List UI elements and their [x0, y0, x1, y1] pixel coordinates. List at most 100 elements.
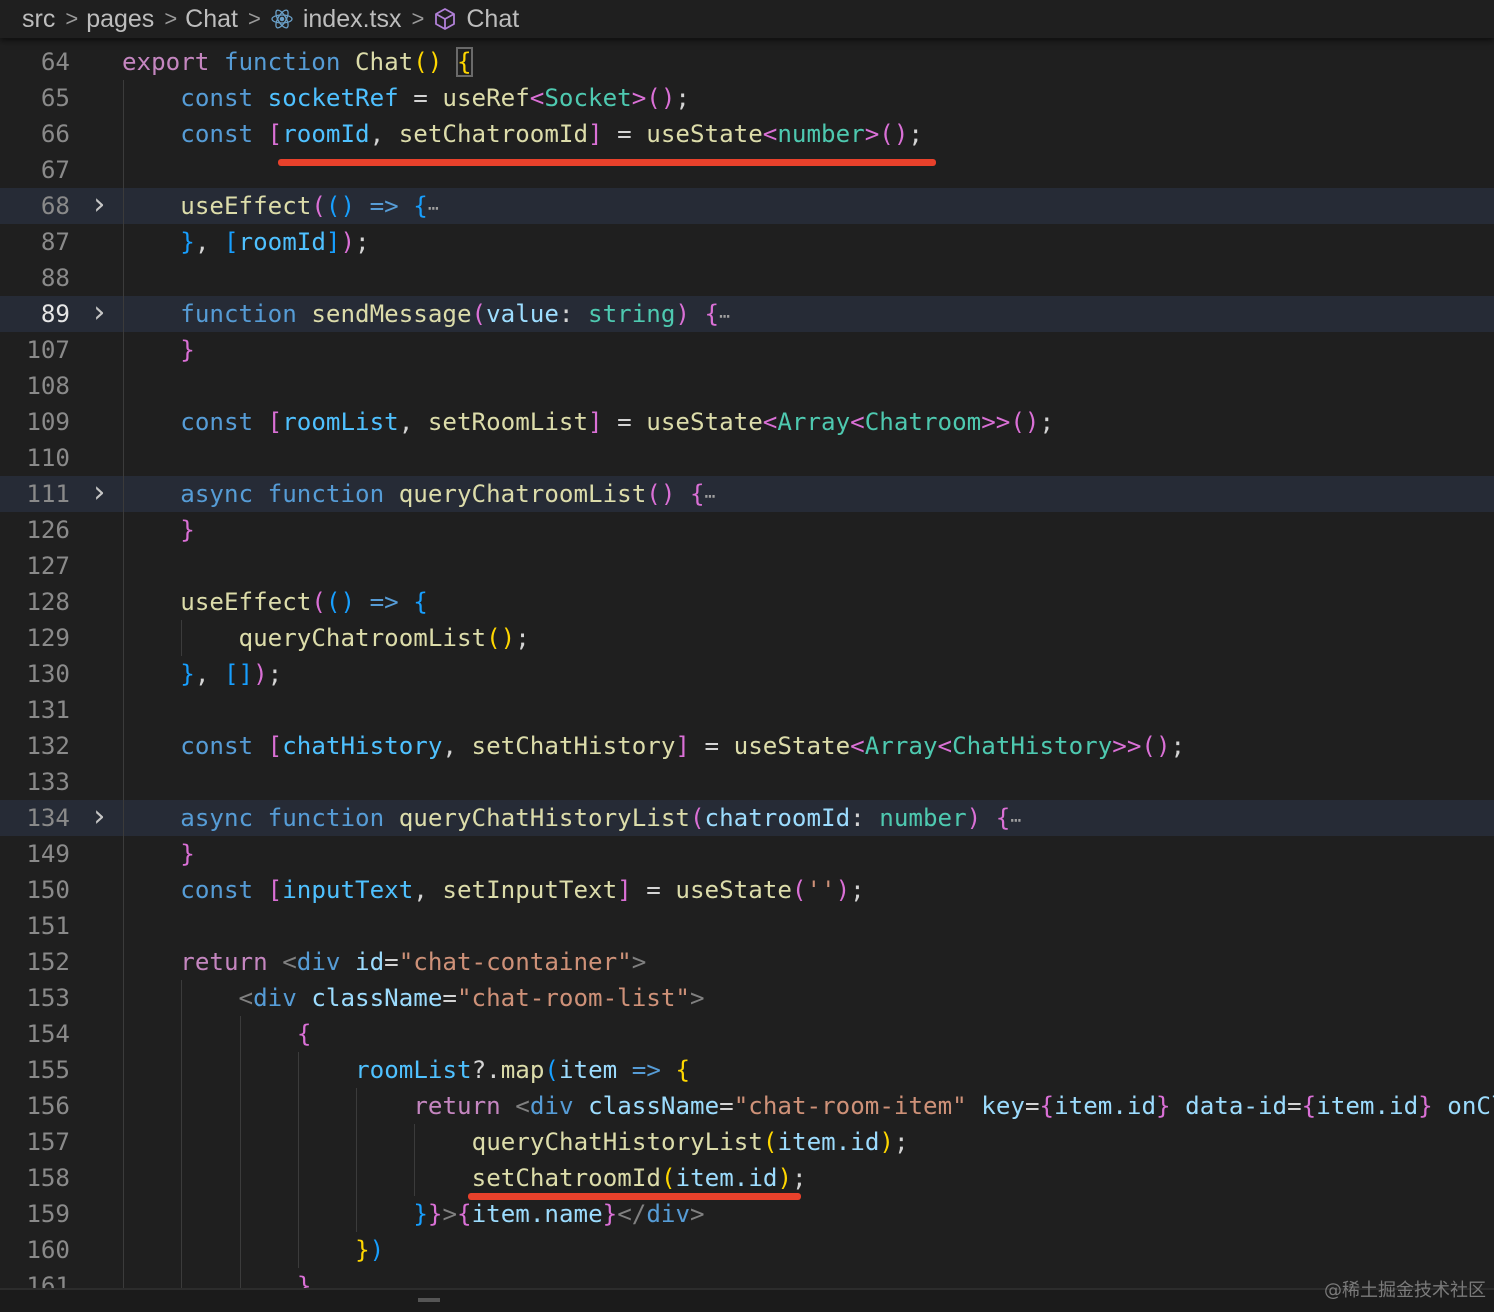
folded-ellipsis-icon[interactable]: ⋯ — [428, 198, 439, 219]
code-line[interactable]: 129 queryChatroomList(); — [0, 620, 1494, 656]
line-number: 87 — [40, 228, 70, 256]
indent-guide — [181, 1052, 183, 1088]
code-line[interactable]: 151 — [0, 908, 1494, 944]
code-line[interactable]: 155 roomList?.map(item => { — [0, 1052, 1494, 1088]
code-text: function sendMessage(value: string) {⋯ — [180, 296, 730, 335]
code-token: useState — [646, 120, 763, 148]
code-line[interactable]: 133 — [0, 764, 1494, 800]
code-text: }) — [355, 1232, 384, 1268]
code-token: [ — [267, 408, 283, 436]
code-text: useEffect(() => {⋯ — [180, 188, 438, 227]
code-token: ; — [1039, 408, 1055, 436]
code-text: }, [roomId]); — [180, 224, 369, 260]
code-line[interactable]: 160}) — [0, 1232, 1494, 1268]
breadcrumb-src[interactable]: src — [22, 5, 55, 34]
folded-ellipsis-icon[interactable]: ⋯ — [719, 306, 730, 327]
indent-guide — [123, 188, 124, 224]
code-line[interactable]: 67 — [0, 152, 1494, 188]
line-number: 111 — [26, 480, 70, 508]
code-line[interactable]: 111 › async function queryChatroomList() {… — [0, 476, 1494, 512]
code-line[interactable]: 68 › useEffect(() => {⋯ — [0, 188, 1494, 224]
code-line[interactable]: 154 { — [0, 1016, 1494, 1052]
code-line[interactable]: 108 — [0, 368, 1494, 404]
code-token: () — [486, 624, 516, 652]
code-token: ( — [762, 1128, 778, 1156]
code-line[interactable]: 128 useEffect(() => { — [0, 584, 1494, 620]
code-token: onCl — [1447, 1092, 1494, 1120]
indent-guide — [181, 1196, 183, 1232]
breadcrumb-chat-folder[interactable]: Chat — [185, 5, 238, 34]
code-line[interactable]: 107} — [0, 332, 1494, 368]
code-line[interactable]: 89 › function sendMessage(value: string) {… — [0, 296, 1494, 332]
code-token: >() — [864, 120, 909, 148]
indent-guide — [123, 944, 124, 980]
code-token: useEffect — [180, 588, 312, 616]
code-token: { — [455, 47, 473, 77]
code-token: } — [1156, 1092, 1171, 1120]
code-token: className — [311, 984, 443, 1012]
code-line[interactable]: 66 const [roomId, setChatroomId] = useSta… — [0, 116, 1494, 152]
scrollbar-thumb[interactable] — [418, 1298, 440, 1302]
code-token: < — [238, 984, 254, 1012]
indent-guide — [123, 116, 124, 152]
code-line[interactable]: 157 queryChatHistoryList(item.id); — [0, 1124, 1494, 1160]
code-line[interactable]: 152 return <div id="chat-container"> — [0, 944, 1494, 980]
fold-chevron-icon[interactable]: › — [90, 476, 110, 510]
watermark: @稀土掘金技术社区 — [1324, 1280, 1486, 1301]
code-token: { — [413, 588, 428, 616]
code-text: queryChatHistoryList(item.id); — [472, 1124, 909, 1160]
fold-chevron-icon[interactable]: › — [90, 296, 110, 330]
code-token: , — [369, 120, 399, 148]
code-line[interactable]: 65 const socketRef = useRef<Socket>(); — [0, 80, 1494, 116]
code-line[interactable]: 132 const [chatHistory, setChatHistory] =… — [0, 728, 1494, 764]
line-number: 108 — [26, 372, 70, 400]
code-line[interactable]: 87 }, [roomId]); — [0, 224, 1494, 260]
code-token: } — [180, 336, 195, 364]
code-line[interactable]: 150 const [inputText, setInputText] = use… — [0, 872, 1494, 908]
indent-guide — [123, 692, 124, 728]
breadcrumb-symbol[interactable]: Chat — [466, 5, 519, 34]
code-token: > — [689, 984, 705, 1012]
code-token: string — [588, 300, 676, 328]
code-line[interactable]: 109 const [roomList, setRoomList] = useSt… — [0, 404, 1494, 440]
code-line[interactable]: 127 — [0, 548, 1494, 584]
code-line[interactable]: 88 — [0, 260, 1494, 296]
code-editor[interactable]: 64 export function Chat() {65 const socket… — [0, 44, 1494, 1304]
indent-guide — [123, 1232, 124, 1268]
code-line[interactable]: 131 — [0, 692, 1494, 728]
code-token: } — [180, 840, 195, 868]
code-line[interactable]: 110 — [0, 440, 1494, 476]
folded-ellipsis-icon[interactable]: ⋯ — [705, 486, 716, 507]
code-line[interactable]: 149} — [0, 836, 1494, 872]
breadcrumb-pages[interactable]: pages — [86, 5, 154, 34]
code-line[interactable]: 130}, []); — [0, 656, 1494, 692]
cube-icon — [432, 6, 458, 32]
code-line[interactable]: 134 › async function queryChatHistoryList(… — [0, 800, 1494, 836]
indent-guide — [181, 1016, 183, 1052]
fold-chevron-icon[interactable]: › — [90, 800, 110, 834]
code-token: const — [180, 732, 254, 760]
folded-ellipsis-icon[interactable]: ⋯ — [1010, 810, 1021, 831]
indent-guide — [123, 1196, 124, 1232]
code-token: { — [1301, 1092, 1317, 1120]
code-token: div — [253, 984, 297, 1012]
code-line[interactable]: 64 export function Chat() { — [0, 44, 1494, 80]
code-line[interactable]: 126} — [0, 512, 1494, 548]
code-token: ) — [835, 876, 851, 904]
code-line[interactable]: 156 return <div className="chat-room-item… — [0, 1088, 1494, 1124]
code-line[interactable]: 159}}>{item.name}</div> — [0, 1196, 1494, 1232]
code-token: chatHistory — [282, 732, 443, 760]
breadcrumb-file[interactable]: index.tsx — [303, 5, 402, 34]
code-token: ] — [617, 876, 632, 904]
code-token: < — [762, 408, 778, 436]
fold-chevron-icon[interactable]: › — [90, 188, 110, 222]
horizontal-scrollbar[interactable] — [0, 1288, 1494, 1312]
line-number: 151 — [26, 912, 70, 940]
code-line[interactable]: 158 setChatroomId(item.id); — [0, 1160, 1494, 1196]
code-token: ; — [675, 84, 690, 112]
line-number: 152 — [26, 948, 70, 976]
code-token: = — [602, 408, 647, 436]
code-line[interactable]: 153 <div className="chat-room-list"> — [0, 980, 1494, 1016]
